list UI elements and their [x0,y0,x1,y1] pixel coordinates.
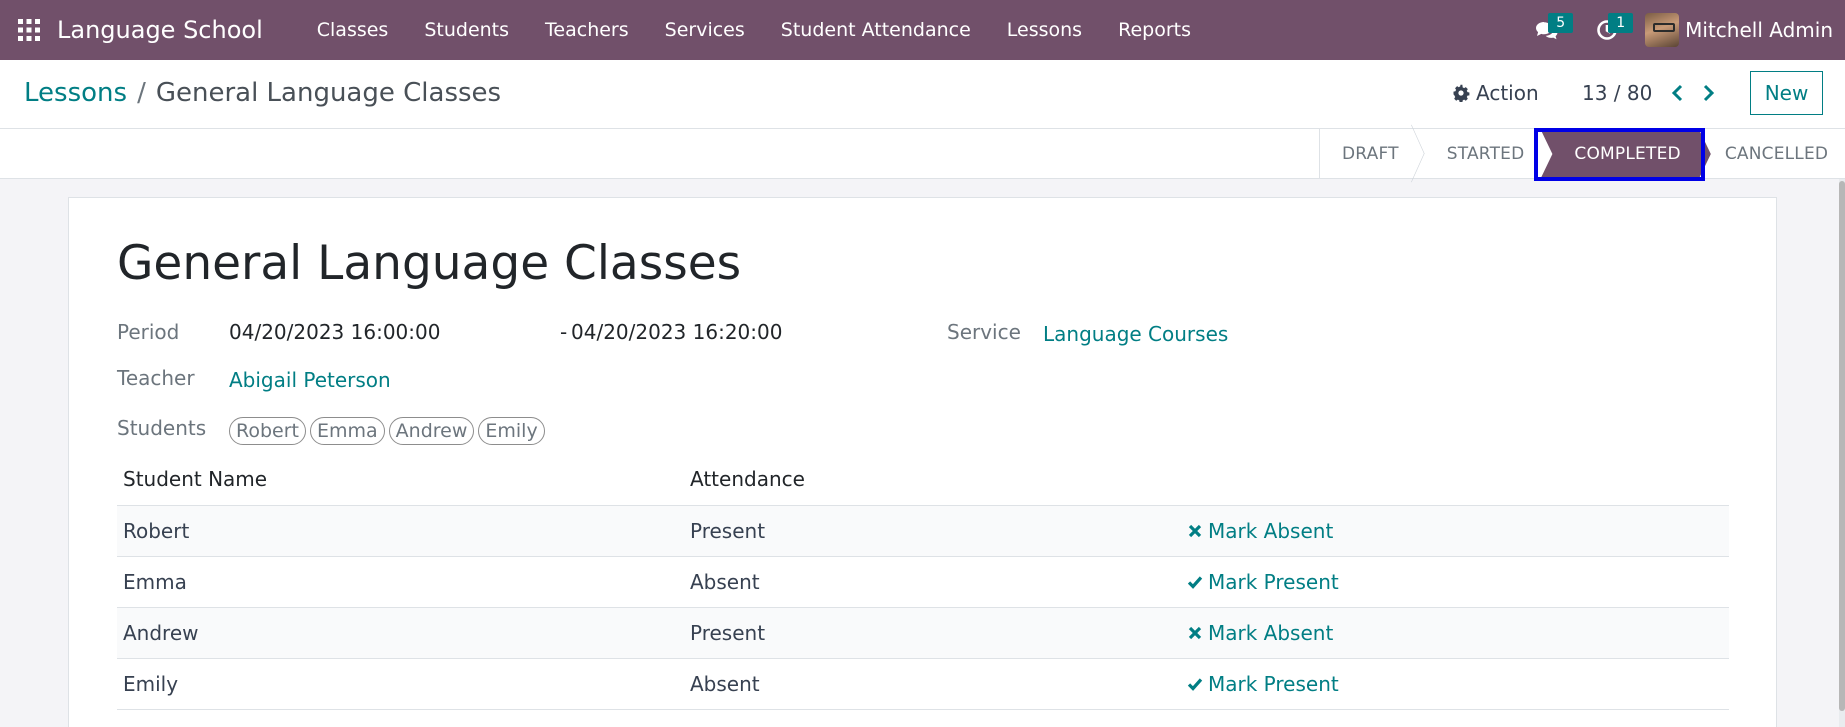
action-label: Mark Present [1208,672,1339,696]
avatar [1645,13,1680,47]
students-tags[interactable]: Robert Emma Andrew Emily [229,417,549,445]
column-attendance[interactable]: Attendance [690,467,805,491]
breadcrumb-current: General Language Classes [155,78,502,108]
record-title[interactable]: General Language Classes [117,236,741,291]
attendance-cell: Absent [690,672,760,696]
mark-present-button[interactable]: Mark Present [1187,570,1339,594]
menu-item-student-attendance[interactable]: Student Attendance [763,0,989,60]
menu-item-reports[interactable]: Reports [1100,0,1209,60]
action-label: Action [1476,81,1539,105]
status-pipeline: DRAFT STARTED COMPLETED CANCELLED [1319,129,1845,179]
check-icon [1187,576,1203,589]
menu-item-students[interactable]: Students [406,0,527,60]
check-icon [1187,678,1203,691]
service-label: Service [947,320,1021,344]
attendance-cell: Present [690,519,766,543]
student-name-cell: Emily [123,672,179,696]
stage-completed[interactable]: COMPLETED [1540,129,1710,179]
menu-item-services[interactable]: Services [647,0,763,60]
pager-previous-button[interactable] [1667,80,1689,106]
student-name-cell: Robert [123,519,190,543]
attendance-cell: Absent [690,570,760,594]
scrollbar-thumb[interactable] [1839,181,1845,711]
student-name-cell: Andrew [123,621,199,645]
service-link[interactable]: Language Courses [1043,322,1228,346]
action-menu-button[interactable]: Action [1452,81,1539,105]
user-name: Mitchell Admin [1685,18,1833,42]
page-scrollbar[interactable] [1839,179,1845,727]
menu-item-teachers[interactable]: Teachers [527,0,647,60]
stage-started[interactable]: STARTED [1423,129,1529,179]
user-menu[interactable]: Mitchell Admin [1637,0,1845,60]
menu-item-classes[interactable]: Classes [299,0,407,60]
activities-button[interactable]: 1 [1577,0,1637,60]
chevron-left-icon [1671,84,1683,102]
period-dash: - [560,320,568,344]
messages-count-badge: 5 [1548,13,1574,33]
stage-cancelled[interactable]: CANCELLED [1719,129,1845,179]
mark-present-button[interactable]: Mark Present [1187,672,1339,696]
form-sheet: General Language Classes Period 04/20/20… [68,197,1777,727]
table-row[interactable]: Andrew Present Mark Absent [117,608,1729,659]
statusbar-row: DRAFT STARTED COMPLETED CANCELLED [0,129,1845,179]
period-label: Period [117,320,180,344]
table-row[interactable]: Emily Absent Mark Present [117,659,1729,710]
app-grid-icon[interactable] [0,0,58,60]
attendance-cell: Present [690,621,766,645]
times-icon [1188,524,1202,538]
period-start-field[interactable]: 04/20/2023 16:00:00 [229,320,440,344]
column-student-name[interactable]: Student Name [117,467,690,491]
breadcrumb-lessons-link[interactable]: Lessons [24,78,127,108]
attendance-table: Student Name Attendance Robert Present M… [117,453,1729,710]
action-label: Mark Absent [1208,621,1334,645]
table-row[interactable]: Emma Absent Mark Present [117,557,1729,608]
chevron-right-icon [1703,84,1715,102]
breadcrumb-separator: / [137,78,146,108]
messages-button[interactable]: 5 [1517,0,1577,60]
table-row[interactable]: Robert Present Mark Absent [117,506,1729,557]
gear-icon [1453,84,1470,102]
student-name-cell: Emma [123,570,187,594]
main-menu: Classes Students Teachers Services Stude… [299,0,1209,60]
mark-absent-button[interactable]: Mark Absent [1187,519,1333,543]
student-tag[interactable]: Emma [309,417,385,445]
student-tag[interactable]: Andrew [388,417,475,445]
pager-next-button[interactable] [1697,80,1719,106]
action-label: Mark Absent [1208,519,1334,543]
table-body: Robert Present Mark Absent Emma Absent M… [117,506,1729,710]
times-icon [1188,626,1202,640]
control-panel: Lessons / General Language Classes Actio… [0,60,1845,129]
new-button[interactable]: New [1750,71,1823,115]
teacher-link[interactable]: Abigail Peterson [229,368,391,392]
systray: 5 1 Mitchell Admin [1517,0,1845,60]
mark-absent-button[interactable]: Mark Absent [1187,621,1333,645]
top-navbar: Language School Classes Students Teacher… [0,0,1845,60]
students-label: Students [117,416,207,440]
student-tag[interactable]: Emily [478,417,545,445]
table-header: Student Name Attendance [117,453,1729,506]
app-brand[interactable]: Language School [57,16,263,44]
teacher-label: Teacher [117,366,195,390]
student-tag[interactable]: Robert [229,417,306,445]
breadcrumb: Lessons / General Language Classes [24,78,501,108]
menu-item-lessons[interactable]: Lessons [989,0,1100,60]
activities-count-badge: 1 [1608,13,1634,33]
pager-value[interactable]: 13 / 80 [1582,81,1652,105]
period-end-field[interactable]: 04/20/2023 16:20:00 [571,320,782,344]
action-label: Mark Present [1208,570,1339,594]
stage-draft[interactable]: DRAFT [1320,129,1423,179]
